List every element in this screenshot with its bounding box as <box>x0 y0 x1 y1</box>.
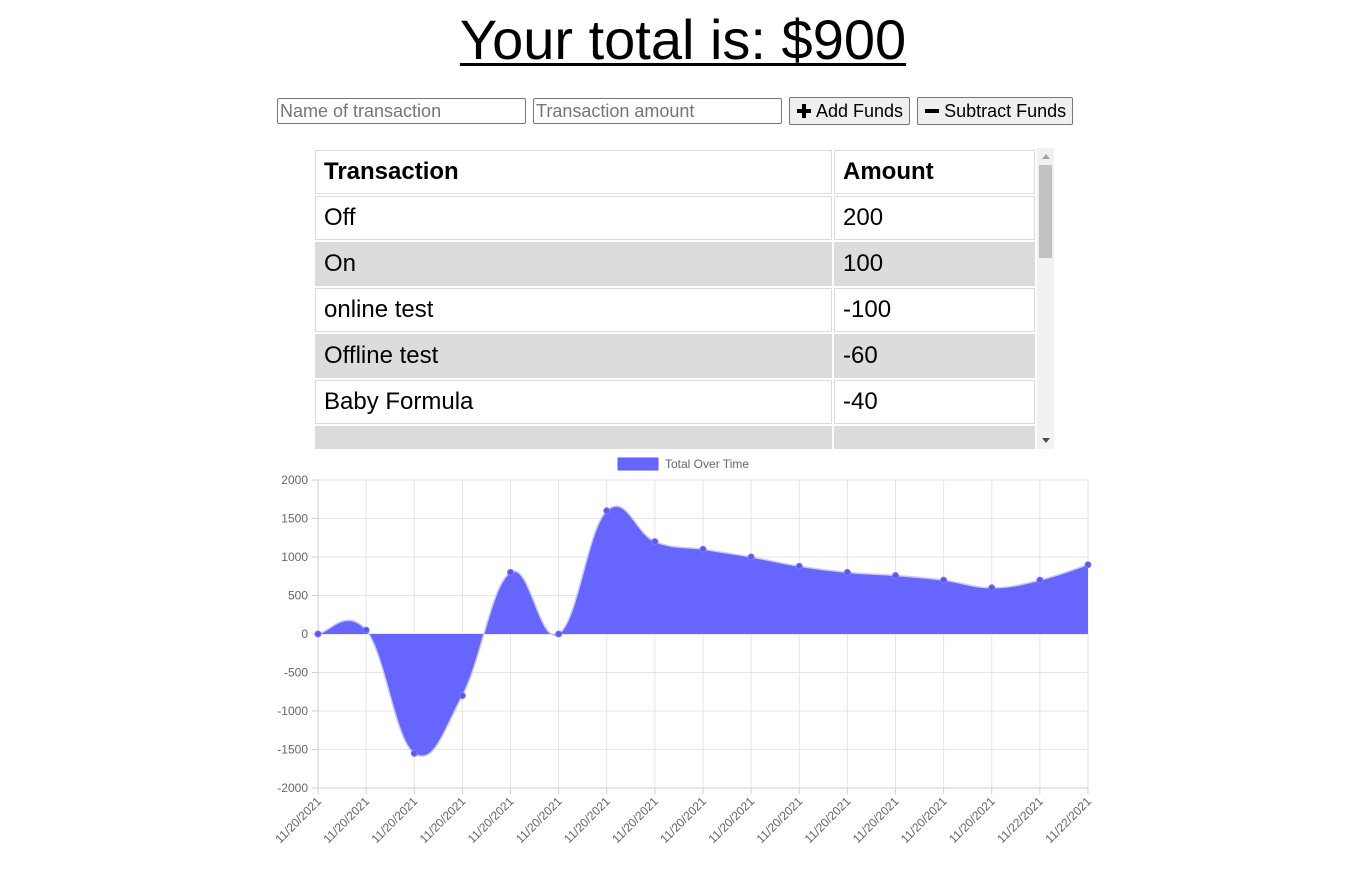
x-tick-label: 11/20/2021 <box>609 794 661 846</box>
table-row: On 100 <box>315 242 1035 286</box>
x-tick-label: 11/20/2021 <box>802 794 854 846</box>
x-tick-label: 11/22/2021 <box>1042 794 1094 846</box>
data-point <box>1036 576 1044 584</box>
y-tick-label: 1500 <box>281 512 308 526</box>
x-tick-label: 11/20/2021 <box>850 794 902 846</box>
total-text: Your total is: $900 <box>459 8 907 71</box>
transaction-form: Add Funds Subtract Funds <box>277 96 1080 126</box>
transaction-name-cell <box>315 426 832 449</box>
data-point <box>843 568 851 576</box>
minus-icon <box>924 103 940 119</box>
data-point <box>988 584 996 592</box>
table-scrollbar[interactable] <box>1037 148 1054 449</box>
table-row: Offline test -60 <box>315 334 1035 378</box>
data-point <box>651 538 659 546</box>
add-funds-button[interactable]: Add Funds <box>789 97 911 125</box>
total-over-time-chart: Total Over Time 2000 1500 1000 500 0 -500 -1000… <box>270 452 1100 862</box>
transaction-amount-cell: -100 <box>834 288 1035 332</box>
transaction-name-input[interactable] <box>277 98 526 124</box>
table-row <box>315 426 1035 449</box>
x-tick-label: 11/20/2021 <box>946 794 998 846</box>
transaction-name-cell: Offline test <box>315 334 832 378</box>
transaction-amount-input[interactable] <box>533 98 782 124</box>
x-tick-label: 11/20/2021 <box>754 794 806 846</box>
x-tick-label: 11/20/2021 <box>417 794 469 846</box>
total-heading: Your total is: $900 <box>0 8 1366 72</box>
table-row: Off 200 <box>315 196 1035 240</box>
transaction-name-cell: Off <box>315 196 832 240</box>
transaction-amount-cell: -60 <box>834 334 1035 378</box>
x-tick-label: 11/20/2021 <box>369 794 421 846</box>
transactions-table: Transaction Amount Off 200 On 100 online… <box>313 148 1037 449</box>
x-tick-label: 11/20/2021 <box>272 794 324 846</box>
transaction-amount-cell <box>834 426 1035 449</box>
chart-canvas: Total Over Time 2000 1500 1000 500 0 -500 -1000… <box>272 457 1094 846</box>
transaction-amount-cell: 200 <box>834 196 1035 240</box>
data-point <box>458 692 466 700</box>
y-tick-label: -1000 <box>277 704 308 718</box>
y-tick-label: -2000 <box>277 781 308 795</box>
scroll-down-arrow-icon[interactable] <box>1037 432 1054 449</box>
data-point <box>555 630 563 638</box>
x-tick-label: 11/20/2021 <box>657 794 709 846</box>
subtract-funds-button[interactable]: Subtract Funds <box>917 97 1074 125</box>
legend-label: Total Over Time <box>665 457 749 471</box>
y-tick-label: -1500 <box>277 743 308 757</box>
data-point <box>410 749 418 757</box>
add-funds-label: Add Funds <box>816 100 904 121</box>
scroll-up-arrow-icon[interactable] <box>1037 148 1054 165</box>
data-point <box>507 568 514 576</box>
data-point <box>699 545 707 553</box>
data-point <box>940 576 948 584</box>
x-tick-label: 11/20/2021 <box>513 794 565 846</box>
y-tick-label: -500 <box>284 666 308 680</box>
data-point <box>362 626 370 634</box>
table-row: Baby Formula -40 <box>315 380 1035 424</box>
data-point <box>747 553 755 561</box>
transaction-amount-cell: 100 <box>834 242 1035 286</box>
transaction-name-cell: online test <box>315 288 832 332</box>
transaction-name-cell: Baby Formula <box>315 380 832 424</box>
x-tick-label: 11/20/2021 <box>706 794 758 846</box>
table-header-row: Transaction Amount <box>315 150 1035 194</box>
legend-swatch <box>617 457 659 471</box>
scrollbar-thumb[interactable] <box>1039 165 1052 258</box>
subtract-funds-label: Subtract Funds <box>944 100 1067 121</box>
data-point <box>795 562 803 570</box>
y-tick-label: 500 <box>288 589 308 603</box>
column-header-amount: Amount <box>834 150 1035 194</box>
column-header-transaction: Transaction <box>315 150 832 194</box>
x-tick-label: 11/20/2021 <box>898 794 950 846</box>
table-row: online test -100 <box>315 288 1035 332</box>
x-tick-label: 11/20/2021 <box>321 794 373 846</box>
y-tick-label: 2000 <box>281 473 308 487</box>
transactions-table-container[interactable]: Transaction Amount Off 200 On 100 online… <box>313 148 1054 449</box>
x-tick-label: 11/20/2021 <box>561 794 613 846</box>
transaction-amount-cell: -40 <box>834 380 1035 424</box>
data-point <box>892 571 899 579</box>
x-tick-label: 11/20/2021 <box>465 794 517 846</box>
y-tick-label: 1000 <box>281 550 308 564</box>
x-tick-label: 11/22/2021 <box>994 794 1046 846</box>
plus-icon <box>796 103 812 119</box>
transaction-name-cell: On <box>315 242 832 286</box>
data-point <box>603 507 611 515</box>
data-point <box>1084 561 1092 569</box>
data-point <box>314 630 322 638</box>
y-tick-label: 0 <box>301 627 308 641</box>
